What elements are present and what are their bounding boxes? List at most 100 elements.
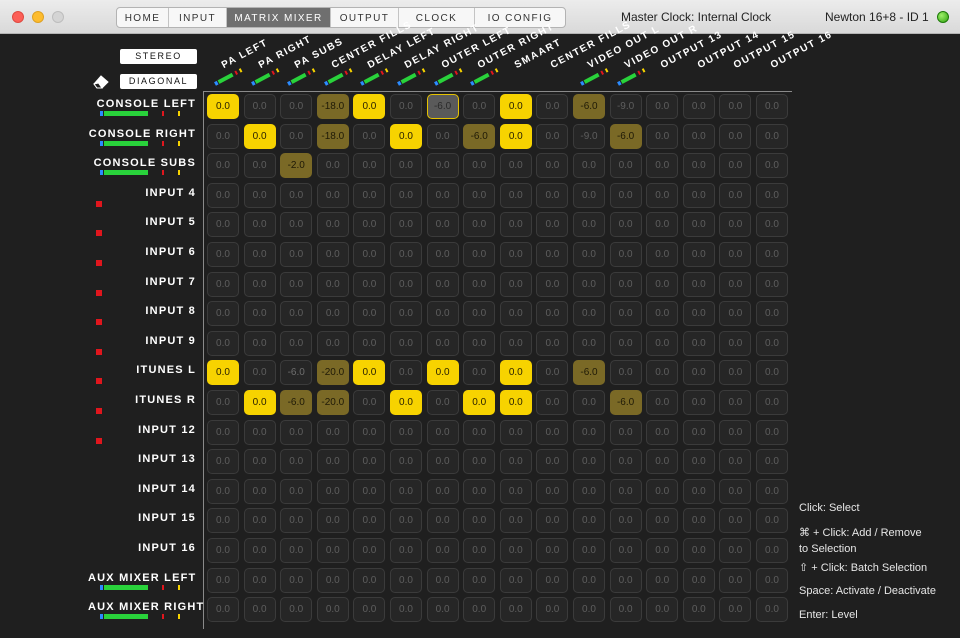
matrix-cell[interactable]: 0.0: [756, 301, 788, 327]
matrix-cell[interactable]: 0.0: [646, 449, 679, 475]
matrix-cell[interactable]: 0.0: [426, 390, 459, 415]
matrix-cell[interactable]: 0.0: [316, 301, 349, 327]
matrix-cell[interactable]: 0.0: [390, 449, 422, 475]
maximize-window-button[interactable]: [52, 11, 64, 23]
matrix-cell[interactable]: 0.0: [609, 419, 642, 445]
matrix-cell[interactable]: -6.0: [463, 123, 496, 149]
matrix-cell[interactable]: 0.0: [243, 390, 276, 415]
matrix-cell[interactable]: 0.0: [646, 153, 679, 179]
matrix-cell[interactable]: 0.0: [207, 242, 239, 267]
close-window-button[interactable]: [12, 11, 24, 23]
matrix-cell[interactable]: 0.0: [536, 478, 569, 504]
matrix-cell[interactable]: 0.0: [646, 123, 679, 149]
matrix-cell[interactable]: 0.0: [536, 567, 569, 593]
row-label[interactable]: INPUT 4: [88, 187, 196, 199]
matrix-cell[interactable]: 0.0: [463, 360, 496, 386]
matrix-cell[interactable]: 0.0: [280, 301, 313, 327]
matrix-cell[interactable]: 0.0: [499, 478, 532, 504]
matrix-cell[interactable]: -9.0: [573, 123, 605, 149]
matrix-cell[interactable]: 0.0: [353, 419, 386, 445]
matrix-cell[interactable]: 0.0: [719, 449, 752, 475]
matrix-cell[interactable]: 0.0: [499, 508, 532, 534]
matrix-cell[interactable]: 0.0: [646, 419, 679, 445]
matrix-cell[interactable]: 0.0: [682, 330, 715, 356]
matrix-cell[interactable]: 0.0: [499, 182, 532, 208]
matrix-cell[interactable]: 0.0: [609, 242, 642, 267]
matrix-cell[interactable]: 0.0: [426, 242, 459, 267]
matrix-cell[interactable]: 0.0: [646, 182, 679, 208]
matrix-cell[interactable]: 0.0: [499, 94, 532, 119]
matrix-cell[interactable]: 0.0: [499, 419, 532, 445]
matrix-cell[interactable]: 0.0: [243, 597, 276, 623]
matrix-cell[interactable]: 0.0: [499, 360, 532, 386]
matrix-cell[interactable]: 0.0: [353, 271, 386, 297]
matrix-cell[interactable]: 0.0: [353, 508, 386, 534]
matrix-cell[interactable]: 0.0: [609, 478, 642, 504]
matrix-cell[interactable]: 0.0: [536, 123, 569, 149]
matrix-cell[interactable]: 0.0: [280, 271, 313, 297]
matrix-cell[interactable]: 0.0: [682, 597, 715, 623]
matrix-cell[interactable]: 0.0: [499, 597, 532, 623]
matrix-cell[interactable]: -9.0: [609, 94, 642, 119]
matrix-cell[interactable]: 0.0: [207, 597, 239, 623]
row-label[interactable]: INPUT 5: [88, 216, 196, 228]
matrix-cell[interactable]: -6.0: [609, 123, 642, 149]
matrix-cell[interactable]: 0.0: [646, 242, 679, 267]
matrix-cell[interactable]: 0.0: [316, 449, 349, 475]
matrix-cell[interactable]: 0.0: [463, 390, 496, 415]
matrix-cell[interactable]: 0.0: [316, 182, 349, 208]
matrix-cell[interactable]: 0.0: [390, 478, 422, 504]
matrix-cell[interactable]: 0.0: [719, 153, 752, 179]
matrix-cell[interactable]: 0.0: [536, 390, 569, 415]
matrix-cell[interactable]: 0.0: [390, 330, 422, 356]
matrix-cell[interactable]: 0.0: [353, 182, 386, 208]
matrix-cell[interactable]: 0.0: [353, 330, 386, 356]
matrix-cell[interactable]: 0.0: [682, 242, 715, 267]
matrix-cell[interactable]: 0.0: [756, 390, 788, 415]
matrix-cell[interactable]: 0.0: [463, 271, 496, 297]
matrix-cell[interactable]: 0.0: [682, 390, 715, 415]
matrix-cell[interactable]: 0.0: [719, 94, 752, 119]
matrix-cell[interactable]: 0.0: [463, 508, 496, 534]
matrix-cell[interactable]: 0.0: [280, 508, 313, 534]
matrix-cell[interactable]: 0.0: [316, 508, 349, 534]
tab-input[interactable]: INPUT: [169, 8, 227, 27]
matrix-cell[interactable]: 0.0: [573, 567, 605, 593]
matrix-cell[interactable]: 0.0: [207, 538, 239, 563]
matrix-cell[interactable]: 0.0: [573, 538, 605, 563]
matrix-cell[interactable]: 0.0: [390, 390, 422, 415]
matrix-cell[interactable]: 0.0: [426, 478, 459, 504]
matrix-cell[interactable]: 0.0: [682, 478, 715, 504]
matrix-cell[interactable]: 0.0: [499, 390, 532, 415]
matrix-cell[interactable]: -20.0: [316, 360, 349, 386]
matrix-cell[interactable]: 0.0: [426, 123, 459, 149]
matrix-cell[interactable]: 0.0: [426, 508, 459, 534]
matrix-cell[interactable]: 0.0: [646, 390, 679, 415]
matrix-cell[interactable]: 0.0: [426, 153, 459, 179]
matrix-cell[interactable]: 0.0: [682, 94, 715, 119]
matrix-cell[interactable]: 0.0: [390, 419, 422, 445]
matrix-cell[interactable]: -6.0: [573, 360, 605, 386]
matrix-cell[interactable]: 0.0: [243, 360, 276, 386]
matrix-cell[interactable]: 0.0: [243, 449, 276, 475]
matrix-cell[interactable]: 0.0: [316, 538, 349, 563]
matrix-cell[interactable]: 0.0: [353, 242, 386, 267]
matrix-cell[interactable]: 0.0: [646, 597, 679, 623]
matrix-cell[interactable]: 0.0: [426, 271, 459, 297]
matrix-cell[interactable]: 0.0: [756, 508, 788, 534]
row-label[interactable]: INPUT 6: [88, 246, 196, 258]
matrix-cell[interactable]: 0.0: [499, 301, 532, 327]
matrix-cell[interactable]: 0.0: [536, 212, 569, 238]
matrix-cell[interactable]: 0.0: [316, 419, 349, 445]
tab-output[interactable]: OUTPUT: [331, 8, 399, 27]
matrix-cell[interactable]: 0.0: [316, 330, 349, 356]
matrix-cell[interactable]: -18.0: [316, 123, 349, 149]
matrix-cell[interactable]: 0.0: [499, 538, 532, 563]
matrix-cell[interactable]: 0.0: [243, 301, 276, 327]
matrix-cell[interactable]: 0.0: [390, 567, 422, 593]
matrix-cell[interactable]: 0.0: [573, 449, 605, 475]
matrix-cell[interactable]: 0.0: [353, 360, 386, 386]
row-label[interactable]: INPUT 14: [88, 483, 196, 495]
matrix-cell[interactable]: 0.0: [280, 419, 313, 445]
matrix-cell[interactable]: 0.0: [280, 330, 313, 356]
